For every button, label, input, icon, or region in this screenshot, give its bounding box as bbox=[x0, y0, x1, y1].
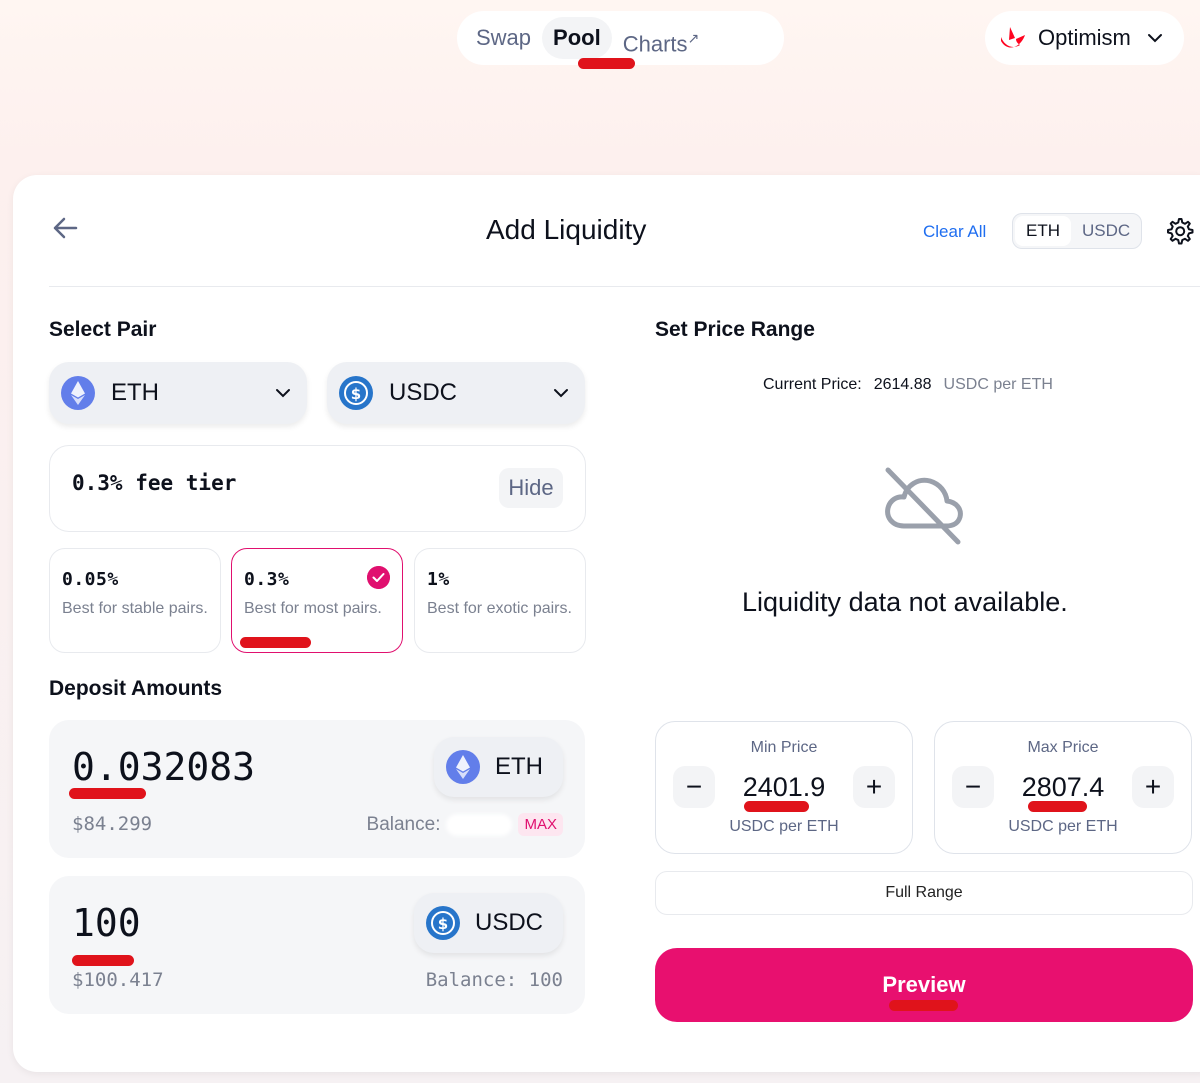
optimism-logo-icon bbox=[1001, 27, 1025, 48]
current-price: Current Price: 2614.88 USDC per ETH bbox=[763, 376, 1053, 394]
eth-balance: Balance: MAX bbox=[367, 813, 563, 836]
token-a-select[interactable]: ETH bbox=[49, 362, 307, 424]
eth-symbol: ETH bbox=[495, 753, 543, 780]
max-price-unit: USDC per ETH bbox=[1008, 818, 1118, 835]
max-price-increment-button[interactable]: + bbox=[1132, 766, 1174, 808]
eth-token-badge: ETH bbox=[434, 737, 563, 797]
min-price-increment-button[interactable]: + bbox=[853, 766, 895, 808]
annotation-mark bbox=[889, 1000, 958, 1011]
tab-swap[interactable]: Swap bbox=[465, 17, 542, 59]
current-fee-tier: 0.3% fee tier bbox=[72, 471, 237, 495]
annotation-mark bbox=[69, 788, 146, 799]
annotation-mark bbox=[578, 58, 635, 69]
svg-text:$: $ bbox=[351, 385, 361, 403]
network-label: Optimism bbox=[1038, 25, 1131, 50]
network-selector[interactable]: Optimism bbox=[985, 11, 1184, 65]
back-arrow-icon[interactable] bbox=[52, 215, 78, 241]
usdc-symbol: USDC bbox=[474, 909, 543, 936]
max-button[interactable]: MAX bbox=[518, 813, 563, 836]
external-link-icon: ↗ bbox=[687, 30, 700, 46]
toggle-usdc[interactable]: USDC bbox=[1071, 216, 1141, 246]
eth-amount-input[interactable]: 0.032083 bbox=[72, 745, 255, 789]
fee-tier-option[interactable]: 0.05% Best for stable pairs. bbox=[49, 548, 221, 653]
gear-icon[interactable] bbox=[1164, 216, 1194, 246]
max-price-box: Max Price − 2807.4 + USDC per ETH bbox=[934, 721, 1192, 854]
token-order-toggle[interactable]: ETH USDC bbox=[1012, 213, 1142, 249]
usdc-balance: Balance: 100 bbox=[425, 969, 563, 991]
cloud-off-icon bbox=[885, 467, 963, 545]
tab-charts-label: Charts bbox=[622, 31, 688, 57]
annotation-mark bbox=[744, 801, 809, 812]
min-price-unit: USDC per ETH bbox=[729, 818, 839, 835]
chevron-down-icon bbox=[1147, 34, 1162, 43]
hide-fee-tiers-button[interactable]: Hide bbox=[499, 468, 563, 508]
fee-tier-pct: 0.05% bbox=[62, 569, 119, 590]
eth-balance-label: Balance: bbox=[366, 813, 441, 835]
token-a-symbol: ETH bbox=[111, 379, 159, 406]
annotation-mark bbox=[72, 955, 134, 966]
chevron-down-icon bbox=[554, 389, 568, 398]
token-b-select[interactable]: $ USDC bbox=[327, 362, 585, 424]
eth-icon bbox=[61, 376, 95, 410]
annotation-mark bbox=[240, 637, 311, 648]
main-nav: Swap Pool Charts↗ bbox=[457, 11, 784, 65]
clear-all-button[interactable]: Clear All bbox=[923, 222, 986, 242]
current-price-label: Current Price: bbox=[763, 376, 862, 393]
annotation-mark bbox=[1028, 801, 1087, 812]
usdc-token-badge: $ USDC bbox=[413, 893, 563, 953]
full-range-button[interactable]: Full Range bbox=[655, 871, 1193, 915]
toggle-eth[interactable]: ETH bbox=[1015, 216, 1071, 246]
usdc-icon: $ bbox=[425, 906, 460, 940]
tab-charts[interactable]: Charts↗ bbox=[612, 17, 711, 59]
check-icon bbox=[367, 566, 390, 589]
fee-tier-option[interactable]: 1% Best for exotic pairs. bbox=[414, 548, 586, 653]
current-price-unit: USDC per ETH bbox=[943, 376, 1053, 393]
usdc-amount-input[interactable]: 100 bbox=[72, 901, 141, 945]
chevron-down-icon bbox=[276, 389, 290, 398]
min-price-box: Min Price − 2401.9 + USDC per ETH bbox=[655, 721, 913, 854]
current-price-value: 2614.88 bbox=[873, 376, 932, 393]
redacted-balance bbox=[446, 813, 513, 836]
select-pair-label: Select Pair bbox=[49, 318, 157, 341]
set-price-range-label: Set Price Range bbox=[655, 318, 815, 341]
fee-tier-desc: Best for most pairs. bbox=[244, 600, 382, 617]
max-price-label: Max Price bbox=[1027, 739, 1099, 756]
svg-text:$: $ bbox=[438, 915, 448, 933]
no-liquidity-message: Liquidity data not available. bbox=[742, 587, 1068, 617]
deposit-amounts-label: Deposit Amounts bbox=[49, 677, 223, 700]
header-divider bbox=[49, 286, 1200, 287]
fee-tier-box: 0.3% fee tier Hide bbox=[49, 445, 586, 532]
token-b-symbol: USDC bbox=[389, 379, 458, 406]
usdc-icon: $ bbox=[339, 376, 373, 410]
min-price-label: Min Price bbox=[750, 739, 818, 756]
fee-tier-desc: Best for exotic pairs. bbox=[427, 600, 572, 617]
eth-usd-value: $84.299 bbox=[72, 813, 153, 835]
eth-icon bbox=[446, 750, 480, 784]
page-title: Add Liquidity bbox=[486, 214, 647, 245]
usdc-usd-value: $100.417 bbox=[72, 969, 164, 991]
deposit-usdc-panel: 100 $100.417 $ USDC Balance: 100 bbox=[49, 876, 585, 1014]
fee-tier-pct: 1% bbox=[427, 569, 450, 590]
fee-tier-desc: Best for stable pairs. bbox=[62, 600, 208, 617]
tab-pool[interactable]: Pool bbox=[542, 17, 612, 59]
